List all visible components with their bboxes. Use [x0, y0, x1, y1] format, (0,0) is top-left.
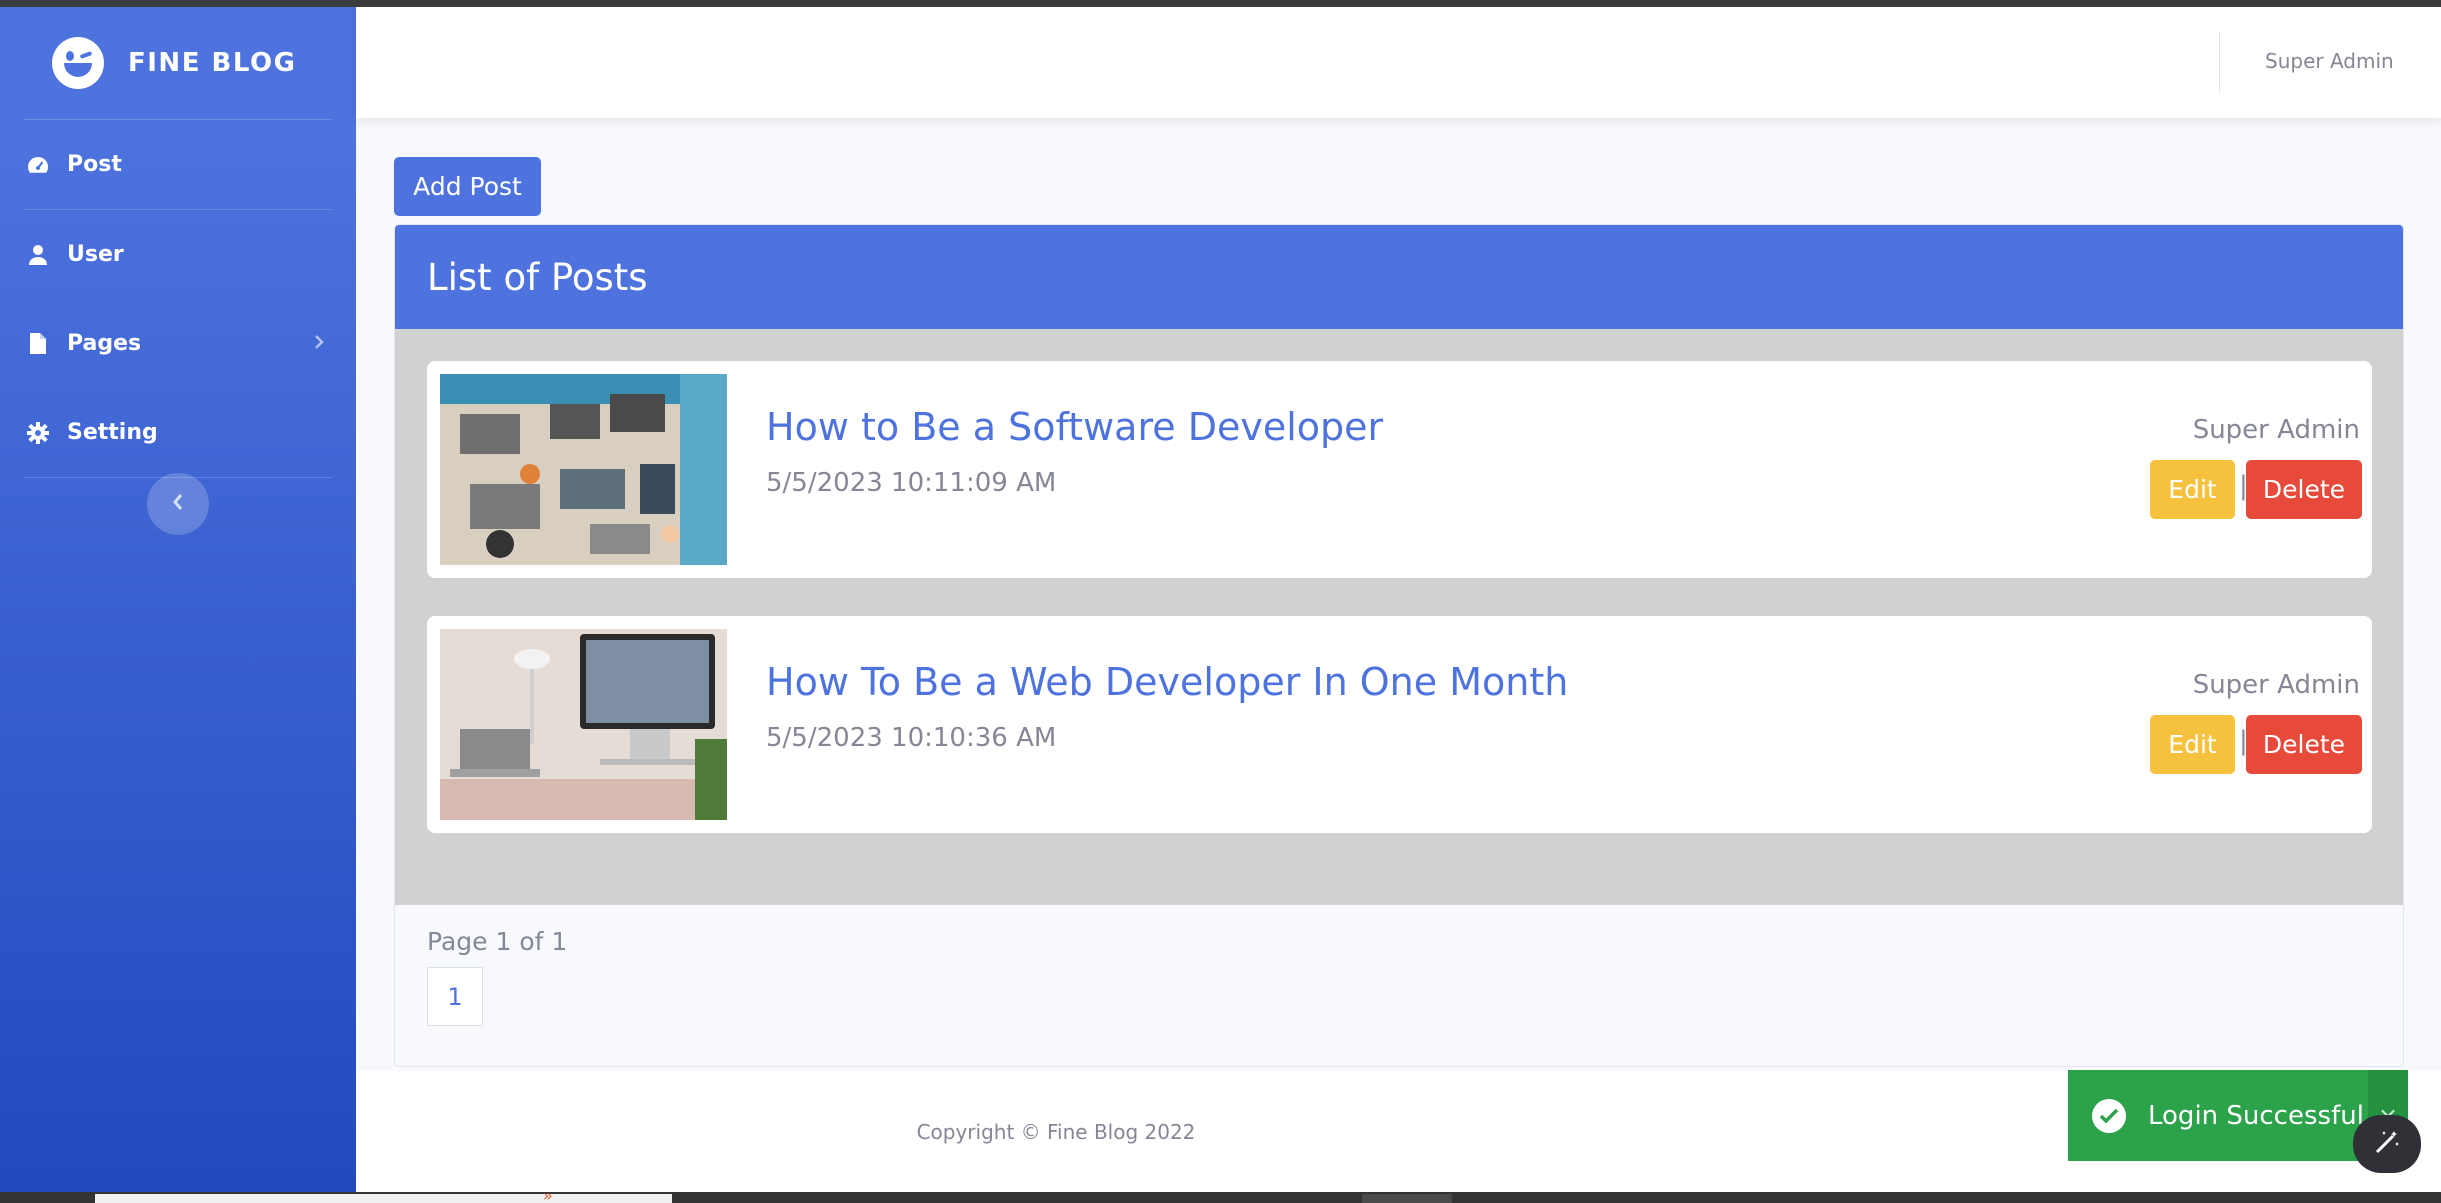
list-item: How To Be a Web Developer In One Month 5…: [427, 616, 2372, 833]
top-header: Super Admin: [356, 7, 2441, 118]
brand-name: FINE BLOG: [128, 48, 297, 78]
card-title-text: List of Posts: [427, 255, 648, 299]
post-title-link[interactable]: How to Be a Software Developer: [766, 405, 1383, 449]
sidebar-item-label: Setting: [67, 420, 158, 445]
double-chevron-icon: »: [543, 1186, 553, 1203]
post-date: 5/5/2023 10:11:09 AM: [766, 468, 1057, 498]
sidebar-item-user[interactable]: User: [0, 210, 356, 299]
toast-message: Login Successful: [2148, 1100, 2364, 1131]
list-item: How to Be a Software Developer 5/5/2023 …: [427, 361, 2372, 578]
taskbar-item[interactable]: [1362, 1194, 1452, 1203]
brand-logo-icon: [52, 37, 104, 89]
brand[interactable]: FINE BLOG: [0, 7, 356, 119]
sidebar-item-label: Post: [67, 152, 122, 177]
delete-button[interactable]: Delete: [2246, 460, 2362, 519]
sidebar-item-label: Pages: [67, 331, 142, 356]
pagination-info: Page 1 of 1: [427, 927, 568, 956]
sidebar-item-setting[interactable]: Setting: [0, 388, 356, 477]
copyright-text: Copyright © Fine Blog 2022: [916, 1120, 1196, 1144]
chevron-right-icon: [314, 331, 324, 356]
edit-button[interactable]: Edit: [2150, 715, 2235, 774]
post-author: Super Admin: [2192, 415, 2360, 445]
sidebar-item-pages[interactable]: Pages: [0, 299, 356, 388]
post-date: 5/5/2023 10:10:36 AM: [766, 723, 1057, 753]
sidebar-item-post[interactable]: Post: [0, 120, 356, 209]
posts-list: How to Be a Software Developer 5/5/2023 …: [395, 329, 2403, 905]
gauge-icon: [27, 154, 49, 176]
edit-button[interactable]: Edit: [2150, 460, 2235, 519]
header-divider: [2219, 31, 2220, 93]
sidebar-item-label: User: [67, 242, 124, 267]
add-post-button[interactable]: Add Post: [394, 157, 541, 216]
taskbar-strip: »: [0, 1186, 2441, 1203]
page-1-button[interactable]: 1: [427, 967, 483, 1026]
post-title-link[interactable]: How To Be a Web Developer In One Month: [766, 660, 1568, 704]
sidebar: FINE BLOG Post User Pages Setting: [0, 7, 356, 1192]
magic-wand-icon: [2373, 1128, 2401, 1160]
post-thumbnail-image: [440, 374, 727, 565]
post-author: Super Admin: [2192, 670, 2360, 700]
user-menu[interactable]: Super Admin: [2265, 49, 2394, 73]
main-content: Super Admin Add Post List of Posts How t…: [356, 7, 2441, 1192]
check-circle-icon: [2092, 1098, 2126, 1133]
file-icon: [27, 333, 49, 355]
post-thumbnail-image: [440, 629, 727, 820]
gear-icon: [27, 421, 49, 444]
taskbar-tab[interactable]: [95, 1194, 672, 1203]
magic-wand-button[interactable]: [2353, 1115, 2421, 1173]
browser-top-strip: [0, 0, 2441, 7]
posts-card: List of Posts How to Be a Software Devel…: [394, 224, 2404, 1067]
delete-button[interactable]: Delete: [2246, 715, 2362, 774]
user-icon: [27, 244, 49, 266]
chevron-left-icon: [172, 493, 184, 515]
card-title: List of Posts: [395, 225, 2403, 329]
sidebar-toggle-button[interactable]: [147, 473, 209, 535]
